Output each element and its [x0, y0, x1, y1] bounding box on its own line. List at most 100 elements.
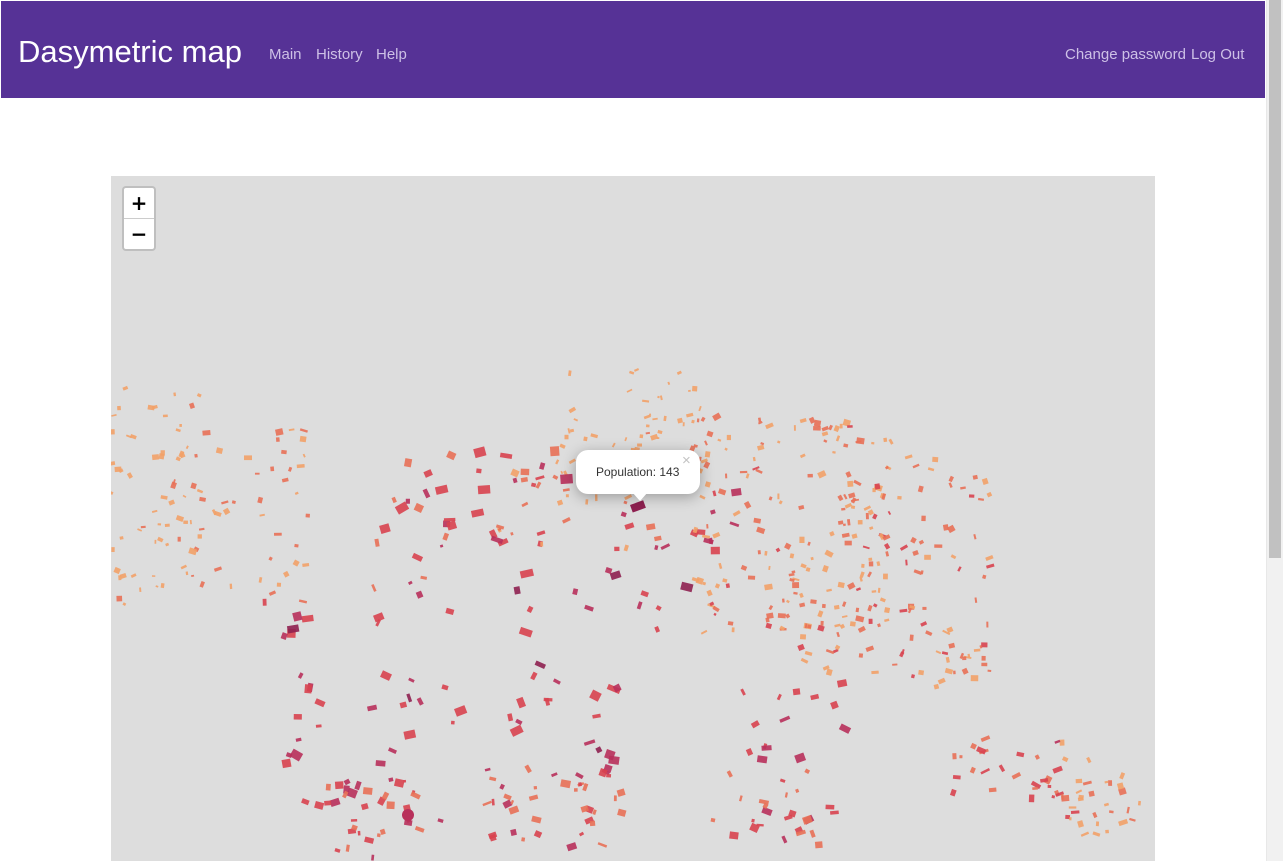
building-footprint[interactable] [1069, 817, 1072, 821]
building-footprint[interactable] [706, 524, 709, 529]
building-footprint[interactable] [408, 580, 413, 585]
building-footprint[interactable] [755, 468, 763, 474]
building-footprint[interactable] [934, 544, 943, 548]
building-footprint[interactable] [871, 670, 879, 675]
building-footprint[interactable] [334, 781, 344, 790]
building-footprint[interactable] [842, 601, 847, 607]
building-footprint[interactable] [275, 437, 280, 442]
building-footprint[interactable] [834, 644, 841, 651]
building-footprint[interactable] [1092, 831, 1101, 837]
building-footprint[interactable] [420, 575, 428, 580]
building-footprint[interactable] [175, 456, 181, 462]
building-footprint[interactable] [555, 459, 560, 465]
building-footprint[interactable] [552, 678, 561, 685]
building-footprint[interactable] [777, 440, 781, 444]
building-footprint[interactable] [281, 758, 292, 769]
building-footprint[interactable] [654, 535, 662, 542]
building-footprint[interactable] [623, 544, 629, 552]
building-footprint[interactable] [513, 586, 521, 595]
building-footprint[interactable] [722, 578, 728, 583]
building-footprint[interactable] [111, 429, 115, 435]
building-footprint[interactable] [776, 693, 782, 701]
building-footprint[interactable] [1103, 802, 1110, 807]
building-footprint[interactable] [189, 519, 192, 525]
building-footprint[interactable] [835, 435, 841, 442]
building-footprint[interactable] [805, 567, 811, 572]
building-footprint[interactable] [973, 648, 981, 652]
building-footprint[interactable] [592, 713, 601, 719]
building-footprint[interactable] [986, 491, 993, 498]
building-footprint[interactable] [221, 500, 229, 505]
building-footprint[interactable] [867, 604, 873, 612]
building-footprint[interactable] [292, 559, 300, 567]
building-footprint[interactable] [944, 667, 954, 675]
building-footprint[interactable] [729, 831, 739, 840]
building-footprint[interactable] [848, 492, 856, 499]
building-footprint[interactable] [624, 522, 635, 530]
building-footprint[interactable] [122, 602, 127, 606]
building-footprint[interactable] [386, 801, 395, 810]
building-footprint[interactable] [645, 523, 656, 531]
building-footprint[interactable] [160, 495, 168, 500]
building-footprint[interactable] [677, 417, 683, 424]
building-footprint[interactable] [137, 528, 143, 532]
building-footprint[interactable] [362, 787, 373, 795]
building-footprint[interactable] [119, 536, 124, 540]
building-footprint[interactable] [791, 570, 796, 574]
building-footprint[interactable] [920, 621, 928, 627]
building-footprint[interactable] [817, 624, 825, 632]
building-footprint[interactable] [533, 785, 538, 790]
building-footprint[interactable] [583, 739, 596, 746]
zoom-out-button[interactable]: − [124, 219, 154, 249]
building-footprint[interactable] [972, 474, 978, 480]
building-footprint[interactable] [809, 829, 816, 838]
building-footprint[interactable] [1075, 778, 1083, 784]
building-footprint[interactable] [704, 451, 711, 458]
building-footprint[interactable] [799, 634, 807, 640]
building-footprint[interactable] [1118, 818, 1129, 827]
building-footprint[interactable] [887, 510, 892, 516]
building-footprint[interactable] [824, 549, 834, 558]
building-footprint[interactable] [560, 473, 574, 485]
building-footprint[interactable] [784, 792, 788, 798]
nav-log-out[interactable]: Log Out [1191, 46, 1244, 64]
building-footprint[interactable] [932, 456, 939, 463]
building-footprint[interactable] [180, 564, 188, 570]
building-footprint[interactable] [789, 553, 795, 559]
building-footprint[interactable] [768, 605, 774, 611]
building-footprint[interactable] [585, 499, 589, 505]
building-footprint[interactable] [859, 571, 865, 578]
building-footprint[interactable] [888, 438, 894, 445]
building-footprint[interactable] [1080, 831, 1090, 837]
building-footprint[interactable] [980, 735, 991, 742]
building-footprint[interactable] [568, 370, 572, 377]
building-footprint[interactable] [151, 509, 158, 513]
building-footprint[interactable] [974, 597, 978, 603]
building-footprint[interactable] [740, 688, 746, 696]
zoom-in-button[interactable]: + [124, 188, 154, 219]
building-footprint[interactable] [626, 388, 633, 393]
building-footprint[interactable] [660, 543, 671, 550]
building-footprint[interactable] [116, 595, 123, 602]
building-footprint[interactable] [837, 581, 845, 589]
building-footprint[interactable] [764, 583, 773, 591]
building-footprint[interactable] [910, 536, 917, 544]
building-footprint[interactable] [539, 462, 546, 470]
building-footprint[interactable] [578, 831, 585, 837]
building-footprint[interactable] [406, 693, 413, 703]
building-footprint[interactable] [901, 649, 905, 654]
building-footprint[interactable] [139, 587, 142, 592]
building-footprint[interactable] [988, 787, 997, 793]
building-footprint[interactable] [568, 458, 576, 465]
building-footprint[interactable] [270, 466, 275, 472]
building-footprint[interactable] [922, 606, 927, 610]
building-footprint[interactable] [491, 798, 495, 806]
building-footprint[interactable] [912, 550, 919, 556]
building-footprint[interactable] [512, 477, 518, 484]
building-footprint[interactable] [364, 836, 375, 844]
building-footprint[interactable] [847, 425, 853, 428]
building-footprint[interactable] [408, 677, 415, 683]
building-footprint[interactable] [379, 670, 392, 681]
building-footprint[interactable] [869, 526, 874, 530]
building-footprint[interactable] [872, 513, 878, 520]
